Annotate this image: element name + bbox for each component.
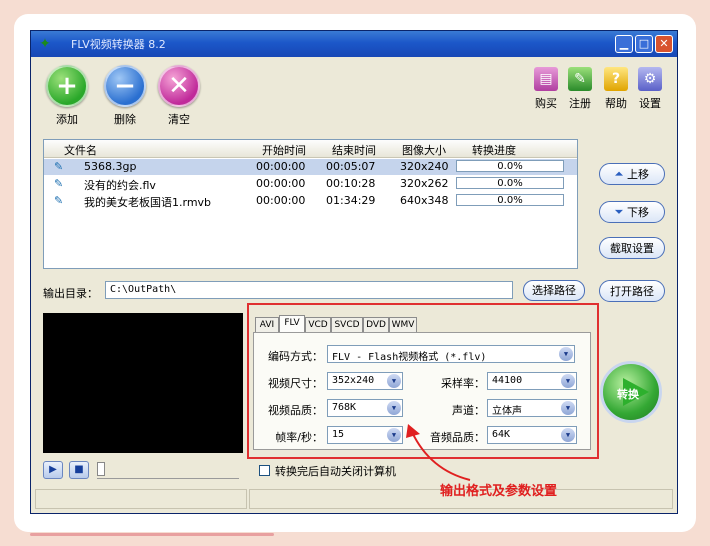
annotation-arrow <box>406 424 471 481</box>
annotation-text: 输出格式及参数设置 <box>440 484 558 499</box>
